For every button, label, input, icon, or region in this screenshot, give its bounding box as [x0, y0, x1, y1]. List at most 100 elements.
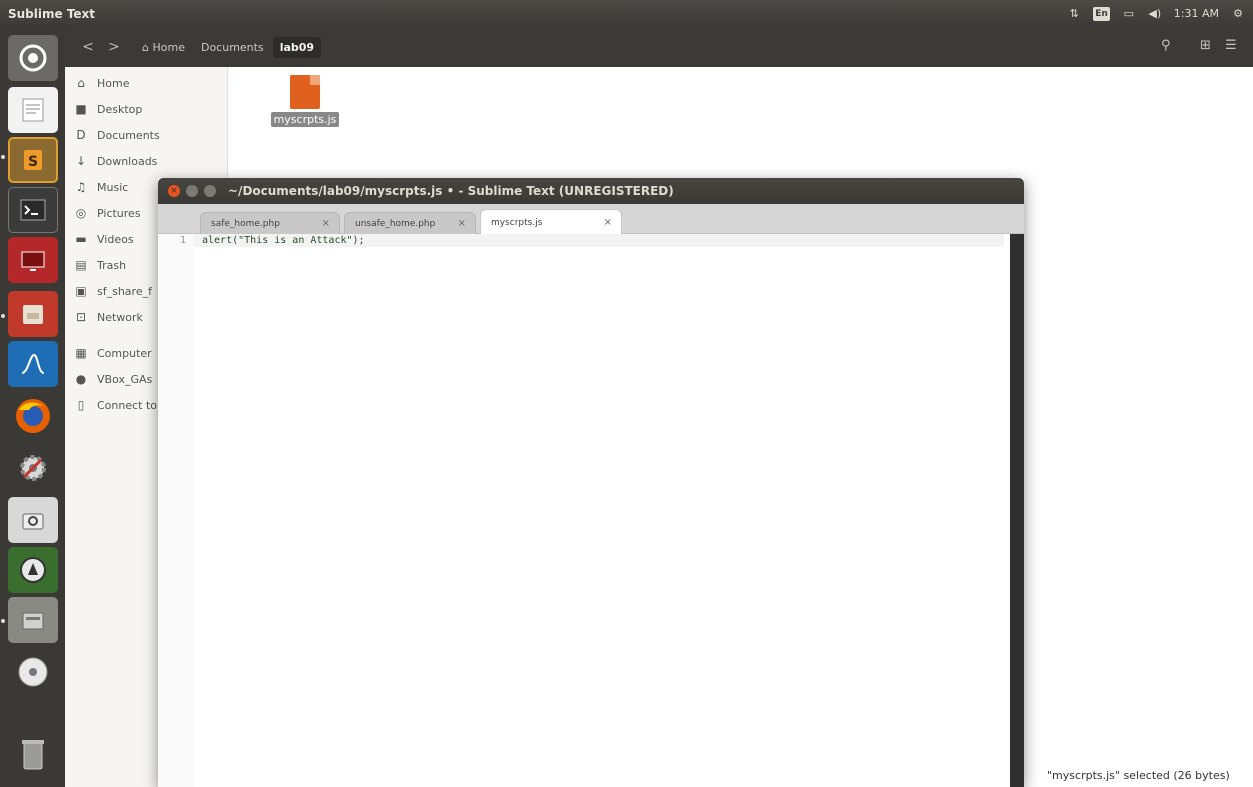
- selection-status: "myscrpts.js" selected (26 bytes): [1047, 769, 1230, 782]
- sidebar-item-videos[interactable]: ▬ Videos: [74, 229, 134, 249]
- sidebar-item-vbox[interactable]: ● VBox_GAs: [74, 369, 153, 389]
- trash-icon: ▤: [75, 258, 87, 272]
- svg-text:S: S: [28, 154, 38, 170]
- network-icon: ⊡: [75, 310, 87, 324]
- wireshark-icon[interactable]: [8, 341, 58, 387]
- settings-icon[interactable]: [8, 445, 58, 491]
- minimap[interactable]: [910, 234, 936, 787]
- running-indicator: [1, 619, 5, 623]
- utility-icon[interactable]: [8, 547, 58, 593]
- sidebar-item-label: Connect to: [97, 398, 158, 412]
- archive-icon[interactable]: [8, 597, 58, 643]
- close-tab-icon[interactable]: ×: [322, 218, 330, 229]
- forward-button[interactable]: >: [101, 39, 127, 55]
- window-title: ~/Documents/lab09/myscrpts.js • - Sublim…: [228, 184, 674, 198]
- tab-myscrpts[interactable]: myscrpts.js ×: [480, 209, 622, 235]
- files-icon[interactable]: [8, 291, 58, 337]
- javascript-file-icon: [290, 75, 320, 109]
- volume-icon[interactable]: ◀): [1148, 7, 1162, 21]
- home-icon: ⌂: [77, 76, 85, 90]
- breadcrumb-home-label: Home: [152, 40, 185, 54]
- music-icon: ♫: [75, 180, 87, 194]
- sublime-text-window: × ~/Documents/lab09/myscrpts.js • - Subl…: [158, 178, 1024, 787]
- tab-bar: safe_home.php × unsafe_home.php × myscrpts…: [158, 204, 1024, 235]
- sidebar-item-network[interactable]: ⊡ Network: [74, 307, 143, 327]
- tab-label: unsafe_home.php: [355, 218, 436, 229]
- launcher: S: [0, 27, 65, 787]
- keyboard-layout-icon[interactable]: En: [1093, 6, 1110, 21]
- terminal-icon[interactable]: [8, 187, 58, 233]
- network-icon[interactable]: ⇅: [1067, 7, 1081, 21]
- close-icon[interactable]: ×: [168, 185, 180, 197]
- search-icon[interactable]: ⚲: [1161, 38, 1171, 53]
- sidebar-item-label: Videos: [97, 232, 134, 246]
- app-name: Sublime Text: [8, 6, 96, 21]
- camera-icon[interactable]: [8, 497, 58, 543]
- sidebar-item-music[interactable]: ♫ Music: [74, 177, 129, 197]
- window-titlebar[interactable]: × ~/Documents/lab09/myscrpts.js • - Subl…: [158, 178, 1024, 204]
- sidebar-item-label: Network: [97, 310, 143, 324]
- breadcrumb-lab09[interactable]: lab09: [272, 36, 322, 58]
- sidebar-item-label: sf_share_f: [97, 284, 152, 298]
- top-panel: Sublime Text ⇅ En ▭ ◀) 1:31 AM ⚙: [0, 0, 1253, 27]
- sidebar-item-label: Downloads: [97, 154, 158, 168]
- indicators: ⇅ En ▭ ◀) 1:31 AM ⚙: [1067, 0, 1245, 27]
- sidebar-item-label: Music: [97, 180, 129, 194]
- sidebar-item-label: Home: [97, 76, 130, 90]
- tab-unsafe-home[interactable]: unsafe_home.php ×: [344, 212, 476, 234]
- clock[interactable]: 1:31 AM: [1174, 7, 1219, 21]
- sidebar-item-downloads[interactable]: ↓ Downloads: [74, 151, 157, 171]
- text-editor-icon[interactable]: [8, 87, 58, 133]
- file-name: myscrpts.js: [270, 112, 340, 127]
- vertical-scrollbar[interactable]: [1010, 234, 1024, 787]
- sidebar-item-trash[interactable]: ▤ Trash: [74, 255, 126, 275]
- minimize-icon[interactable]: [186, 185, 198, 197]
- editor-area[interactable]: 1 alert("This is an Attack");: [158, 234, 1024, 787]
- sidebar-item-documents[interactable]: D Documents: [74, 125, 160, 145]
- tab-label: myscrpts.js: [491, 217, 543, 228]
- line-number-gutter: 1: [158, 234, 194, 787]
- sidebar-item-home[interactable]: ⌂ Home: [74, 73, 129, 93]
- sidebar-item-label: Pictures: [97, 206, 141, 220]
- running-indicator: [1, 155, 5, 159]
- download-icon: ↓: [75, 154, 87, 168]
- close-tab-icon[interactable]: ×: [604, 217, 612, 228]
- sidebar-item-label: Computer: [97, 346, 152, 360]
- camera-icon: ◎: [75, 206, 87, 220]
- sidebar-item-label: VBox_GAs: [97, 372, 153, 386]
- sidebar-item-connect[interactable]: ▯ Connect to: [74, 395, 157, 415]
- file-manager-header: < > ⌂ Home Documents lab09 ⚲ ⊞ ☰: [65, 27, 1253, 67]
- remote-desktop-icon[interactable]: [8, 237, 58, 283]
- shared-folder-icon: ▣: [75, 284, 87, 298]
- sidebar-item-sf-share[interactable]: ▣ sf_share_f: [74, 281, 152, 301]
- document-icon: D: [76, 128, 86, 142]
- maximize-icon[interactable]: [204, 185, 216, 197]
- firefox-icon[interactable]: [8, 393, 58, 439]
- code-line[interactable]: alert("This is an Attack");: [202, 235, 365, 246]
- trash-icon[interactable]: [8, 732, 58, 778]
- sidebar-item-label: Desktop: [97, 102, 143, 116]
- disc-icon: ●: [75, 372, 87, 386]
- computer-icon: ▦: [75, 346, 87, 360]
- tab-safe-home[interactable]: safe_home.php ×: [200, 212, 340, 234]
- video-icon: ▬: [75, 232, 87, 246]
- dash-icon[interactable]: [8, 35, 58, 81]
- view-options-icon[interactable]: ⊞: [1200, 38, 1211, 53]
- breadcrumb-documents[interactable]: Documents: [194, 37, 271, 58]
- menu-icon[interactable]: ☰: [1225, 38, 1237, 53]
- line-number: 1: [179, 235, 186, 246]
- breadcrumb-home[interactable]: ⌂ Home: [135, 37, 192, 58]
- file-item[interactable]: myscrpts.js: [265, 75, 345, 127]
- sidebar-item-computer[interactable]: ▦ Computer: [74, 343, 152, 363]
- running-indicator: [1, 314, 5, 318]
- sidebar-item-desktop[interactable]: ■ Desktop: [74, 99, 142, 119]
- power-gear-icon[interactable]: ⚙: [1231, 7, 1245, 21]
- close-tab-icon[interactable]: ×: [458, 218, 466, 229]
- battery-icon[interactable]: ▭: [1122, 7, 1136, 21]
- sidebar-item-pictures[interactable]: ◎ Pictures: [74, 203, 141, 223]
- disc-icon[interactable]: [8, 649, 58, 695]
- sidebar-item-label: Documents: [97, 128, 160, 142]
- sidebar-item-label: Trash: [97, 258, 127, 272]
- sublime-text-icon[interactable]: S: [8, 137, 58, 183]
- back-button[interactable]: <: [75, 39, 101, 55]
